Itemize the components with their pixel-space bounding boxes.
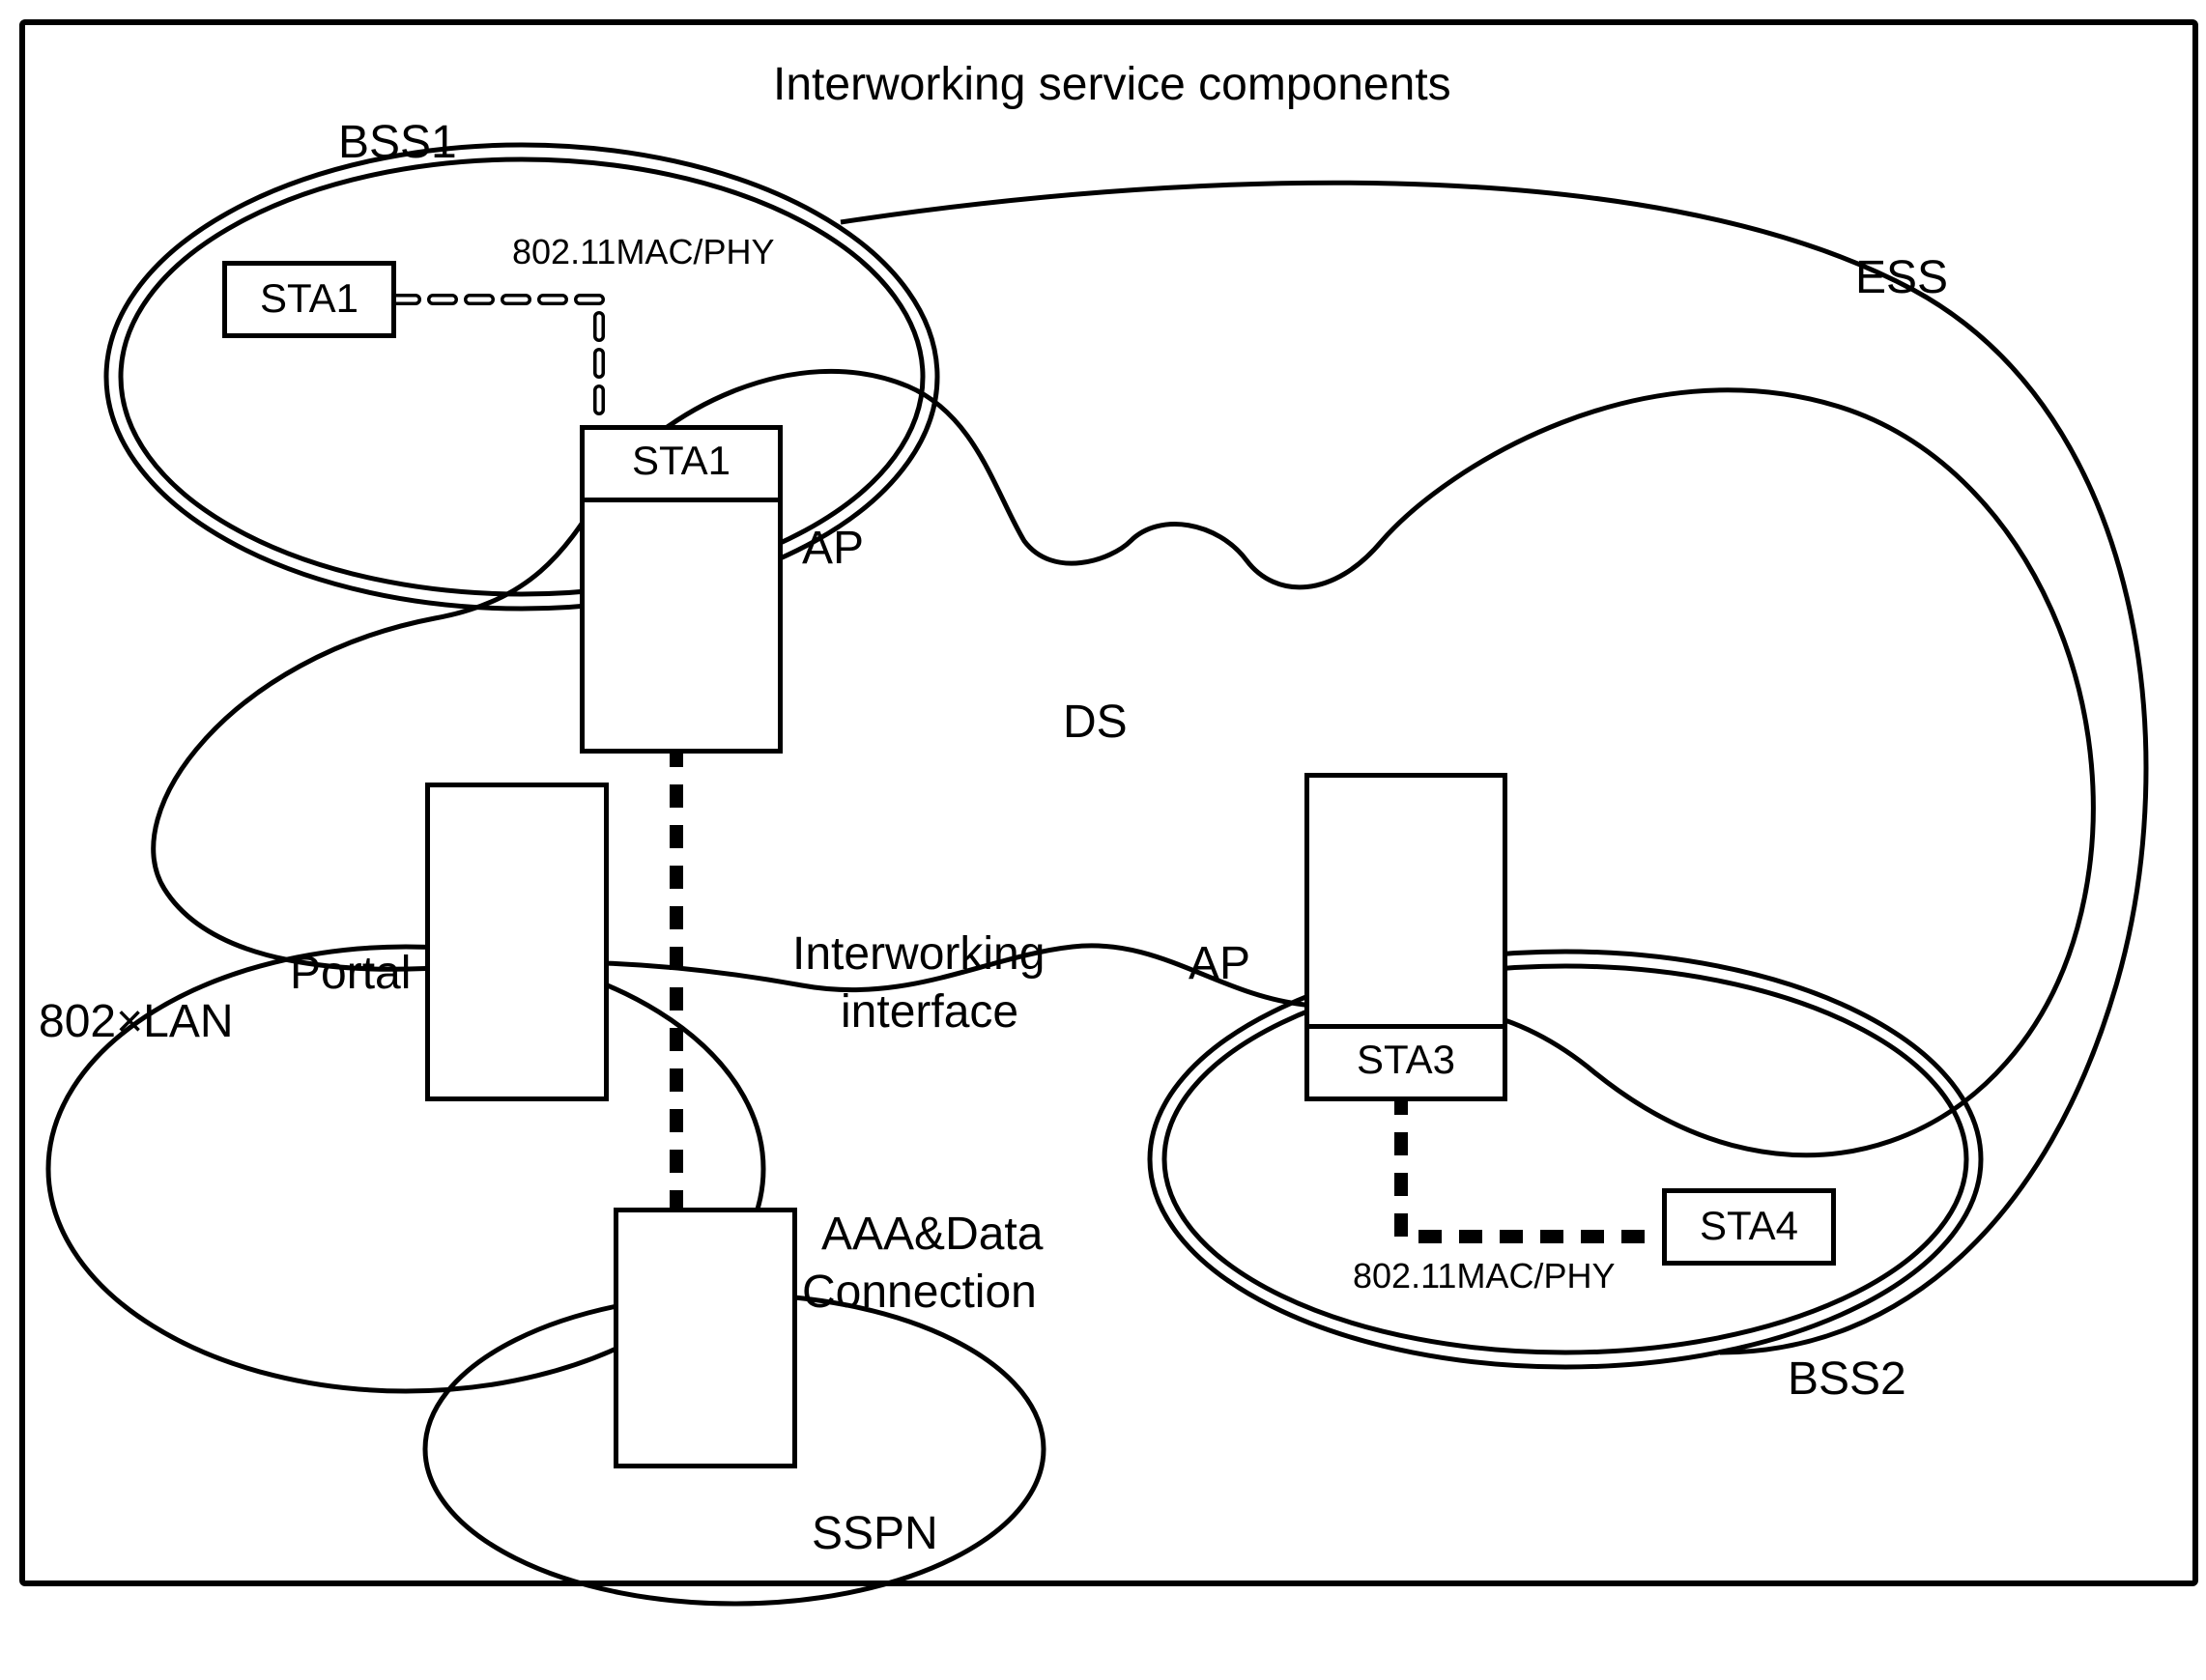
macphy1-label: 802.11MAC/PHY	[512, 232, 774, 272]
ap1-sta-label: STA1	[585, 430, 778, 502]
diagram-stage: Interworking service components BSS1 ESS…	[0, 0, 2206, 1680]
diagram-title: Interworking service components	[773, 58, 1451, 111]
ap1-label: AP	[802, 522, 864, 575]
bss2-outer-ellipse	[1150, 952, 1981, 1367]
ess-label: ESS	[1855, 251, 1948, 304]
bss2-label: BSS2	[1788, 1353, 1906, 1406]
ap1-box: STA1	[580, 425, 783, 754]
sta1-label: STA1	[227, 266, 391, 322]
link-sta3-sta4	[1401, 1092, 1662, 1237]
lan-label: 802×LAN	[39, 995, 234, 1048]
sspn-label: SSPN	[812, 1507, 938, 1560]
interworking-label-2: interface	[841, 985, 1018, 1039]
aaa-label-2: Connection	[802, 1266, 1037, 1319]
ess-curve	[841, 183, 2146, 1353]
macphy2-label: 802.11MAC/PHY	[1353, 1256, 1615, 1296]
portal-label: Portal	[290, 947, 411, 1000]
ds-label: DS	[1063, 696, 1128, 749]
sta4-box: STA4	[1662, 1188, 1836, 1266]
sta1-box: STA1	[222, 261, 396, 338]
ap2-box: STA3	[1304, 773, 1507, 1101]
aaa-label-1: AAA&Data	[821, 1208, 1043, 1261]
sta4-label: STA4	[1667, 1193, 1831, 1249]
bss1-label: BSS1	[338, 116, 457, 169]
link-sta1-ap	[396, 299, 599, 425]
portal-box	[425, 783, 609, 1101]
aaa-box	[614, 1208, 797, 1468]
ap2-label: AP	[1189, 937, 1250, 990]
interworking-label-1: Interworking	[792, 927, 1045, 981]
ap2-sta-label: STA3	[1309, 1024, 1503, 1096]
